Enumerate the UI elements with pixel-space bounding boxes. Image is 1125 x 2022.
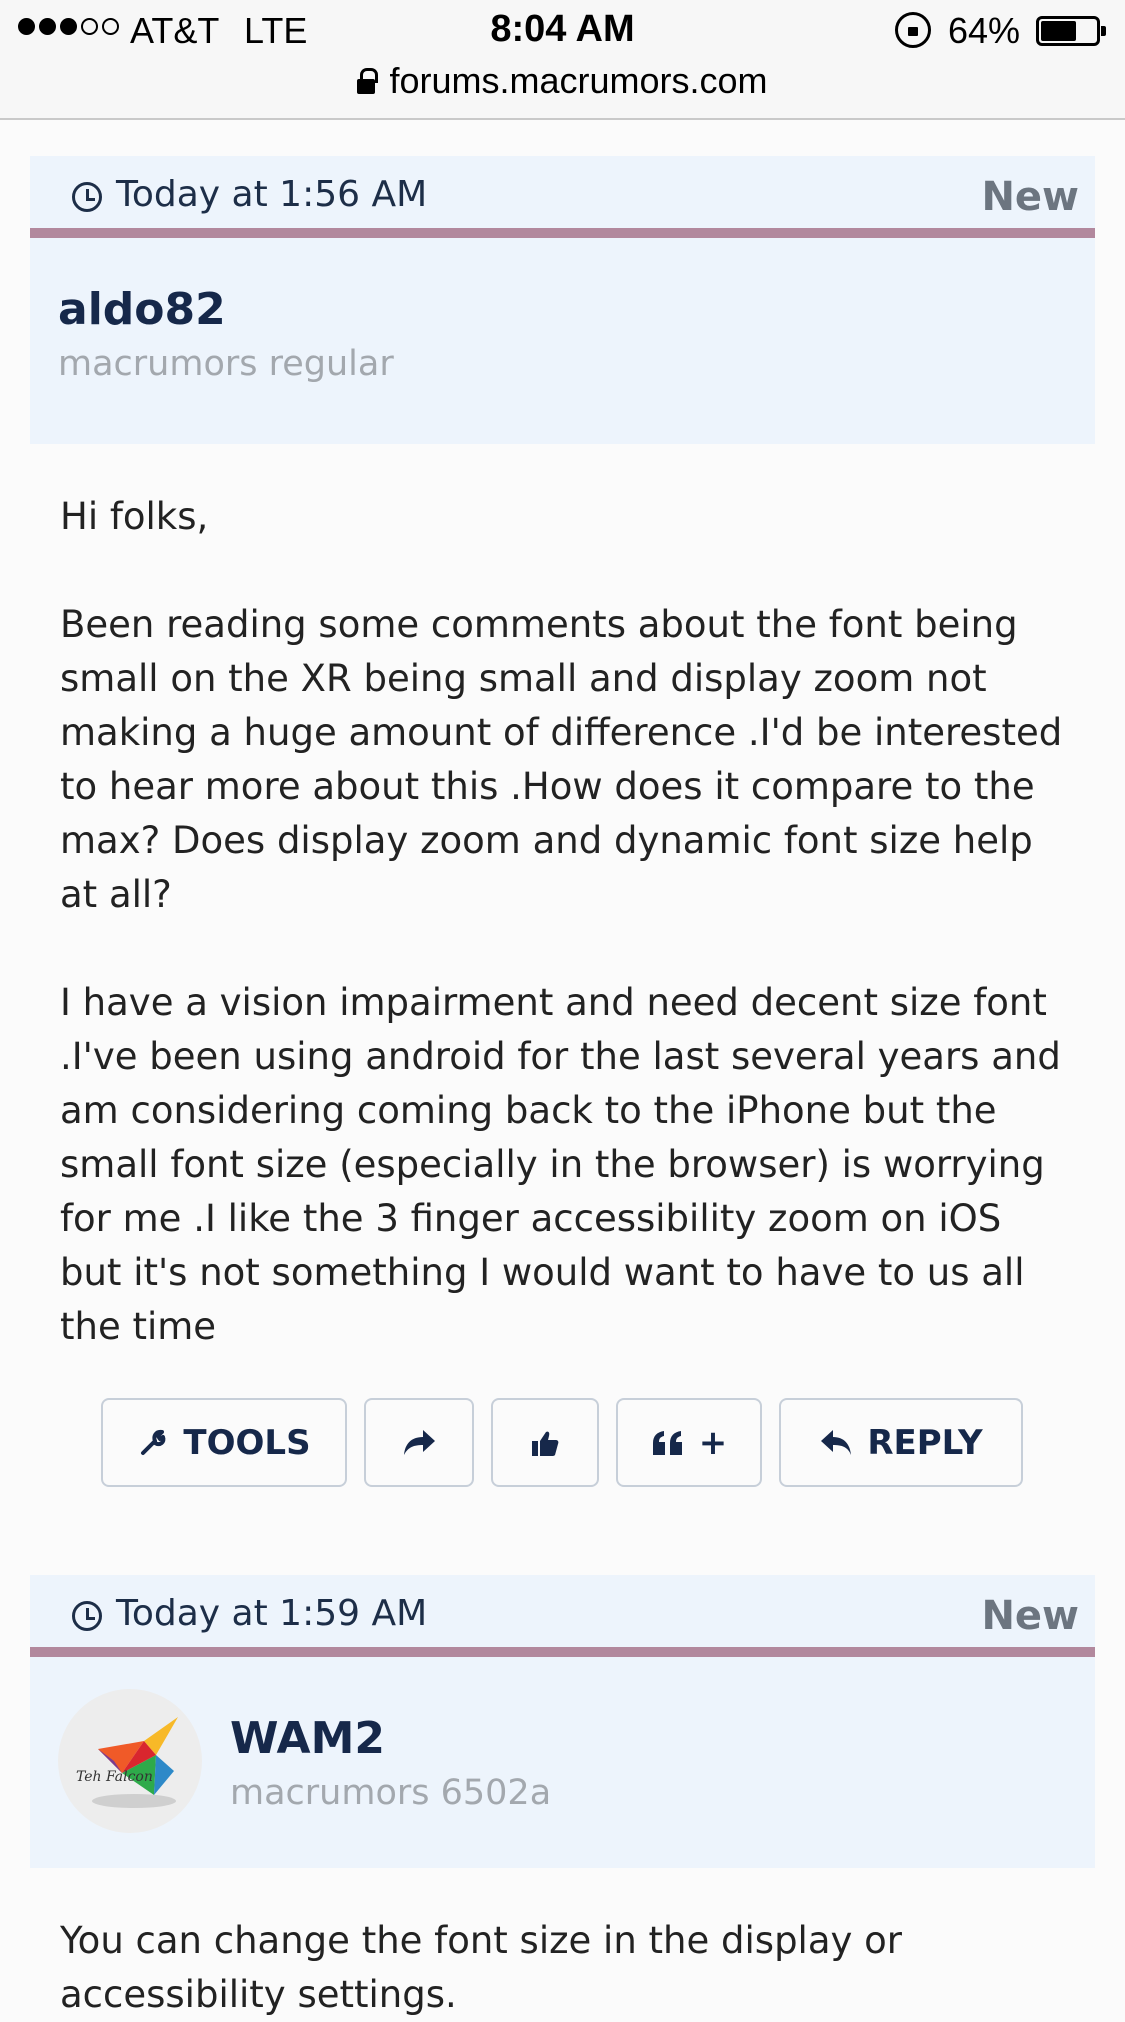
post-actions: TOOLS + REPLY: [101, 1398, 1023, 1487]
clock-icon: [72, 1601, 102, 1631]
author-name[interactable]: aldo82: [58, 284, 226, 335]
tools-button-label: TOOLS: [183, 1422, 311, 1463]
post-date[interactable]: Today at 1:59 AM: [116, 1593, 427, 1634]
status-bar: AT&T LTE 8:04 AM 64%: [0, 0, 1125, 62]
quote-icon: [652, 1430, 682, 1455]
post-header: Today at 1:56 AM New aldo82 macrumors re…: [30, 156, 1095, 444]
like-button[interactable]: [491, 1398, 599, 1487]
reply-icon: [821, 1429, 852, 1455]
new-badge: New: [981, 1593, 1079, 1639]
share-button[interactable]: [364, 1398, 474, 1487]
post-body: You can change the font size in the disp…: [60, 1919, 903, 2016]
post-body: Hi folks, Been reading some comments abo…: [60, 495, 1063, 1348]
falcon-logo-icon: [92, 1717, 178, 1808]
rotation-lock-icon: [895, 12, 931, 48]
new-badge: New: [981, 174, 1079, 220]
address-bar[interactable]: forums.macrumors.com: [0, 56, 1125, 106]
avatar-caption: Teh Falcon: [76, 1769, 153, 1785]
avatar[interactable]: Teh Falcon: [58, 1689, 202, 1833]
tools-button[interactable]: TOOLS: [101, 1398, 347, 1487]
post-date-bar: Today at 1:59 AM New: [30, 1575, 1095, 1657]
post-header: Today at 1:59 AM New Teh Falcon WAM2 mac…: [30, 1575, 1095, 1868]
post-date[interactable]: Today at 1:56 AM: [116, 174, 427, 215]
author-title: macrumors regular: [58, 344, 394, 384]
padlock-icon: [357, 68, 379, 94]
browser-chrome: AT&T LTE 8:04 AM 64% forums.macrumors.co…: [0, 0, 1125, 120]
reply-button-label: REPLY: [867, 1422, 983, 1463]
clock-icon: [72, 182, 102, 212]
battery-percent: 64%: [948, 10, 1021, 51]
battery-icon: [1036, 16, 1106, 46]
wrench-icon: [141, 1429, 166, 1455]
post-date-bar: Today at 1:56 AM New: [30, 156, 1095, 238]
multi-quote-plus: +: [698, 1422, 728, 1463]
share-icon: [404, 1429, 435, 1455]
thumbs-up-icon: [532, 1431, 559, 1456]
author-name[interactable]: WAM2: [230, 1713, 385, 1764]
reply-button[interactable]: REPLY: [779, 1398, 1023, 1487]
multi-quote-button[interactable]: +: [616, 1398, 762, 1487]
url-domain: forums.macrumors.com: [389, 60, 768, 101]
author-title: macrumors 6502a: [230, 1773, 552, 1813]
